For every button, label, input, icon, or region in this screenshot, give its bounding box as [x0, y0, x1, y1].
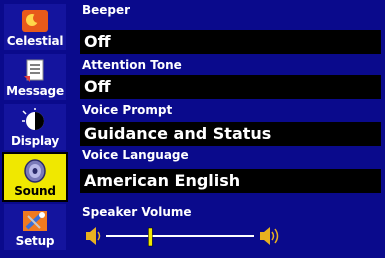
sidebar: Celestial Message Display Sound Setup: [0, 0, 70, 258]
speaker-volume-slider[interactable]: [84, 222, 284, 252]
tab-sound[interactable]: Sound: [2, 152, 68, 202]
attention-tone-field[interactable]: Off: [80, 75, 381, 99]
tab-sound-label: Sound: [14, 184, 56, 198]
setup-tools-icon: [23, 211, 47, 231]
speaker-volume-label: Speaker Volume: [82, 205, 192, 219]
tab-celestial[interactable]: Celestial: [2, 2, 68, 52]
voice-language-field[interactable]: American English: [80, 169, 381, 193]
sound-settings-panel: Beeper Off Attention Tone Off Voice Prom…: [74, 0, 383, 258]
message-icon: [24, 59, 44, 82]
display-icon: [22, 108, 44, 130]
celestial-icon: [22, 10, 48, 32]
tab-setup[interactable]: Setup: [2, 202, 68, 252]
tab-display[interactable]: Display: [2, 102, 68, 152]
speaker-icon: [24, 159, 46, 183]
tab-message-label: Message: [6, 84, 64, 98]
voice-language-label: Voice Language: [82, 148, 189, 162]
beeper-field[interactable]: Off: [80, 30, 381, 54]
volume-thumb[interactable]: [148, 227, 153, 247]
tab-display-label: Display: [10, 134, 60, 148]
tab-message[interactable]: Message: [2, 52, 68, 102]
beeper-label: Beeper: [82, 3, 131, 17]
speaker-high-icon: [260, 227, 279, 245]
voice-prompt-field[interactable]: Guidance and Status: [80, 122, 381, 146]
voice-prompt-label: Voice Prompt: [82, 103, 173, 117]
speaker-low-icon: [86, 227, 101, 245]
tab-celestial-label: Celestial: [6, 34, 64, 48]
tab-setup-label: Setup: [15, 234, 55, 248]
attention-tone-label: Attention Tone: [82, 58, 182, 72]
